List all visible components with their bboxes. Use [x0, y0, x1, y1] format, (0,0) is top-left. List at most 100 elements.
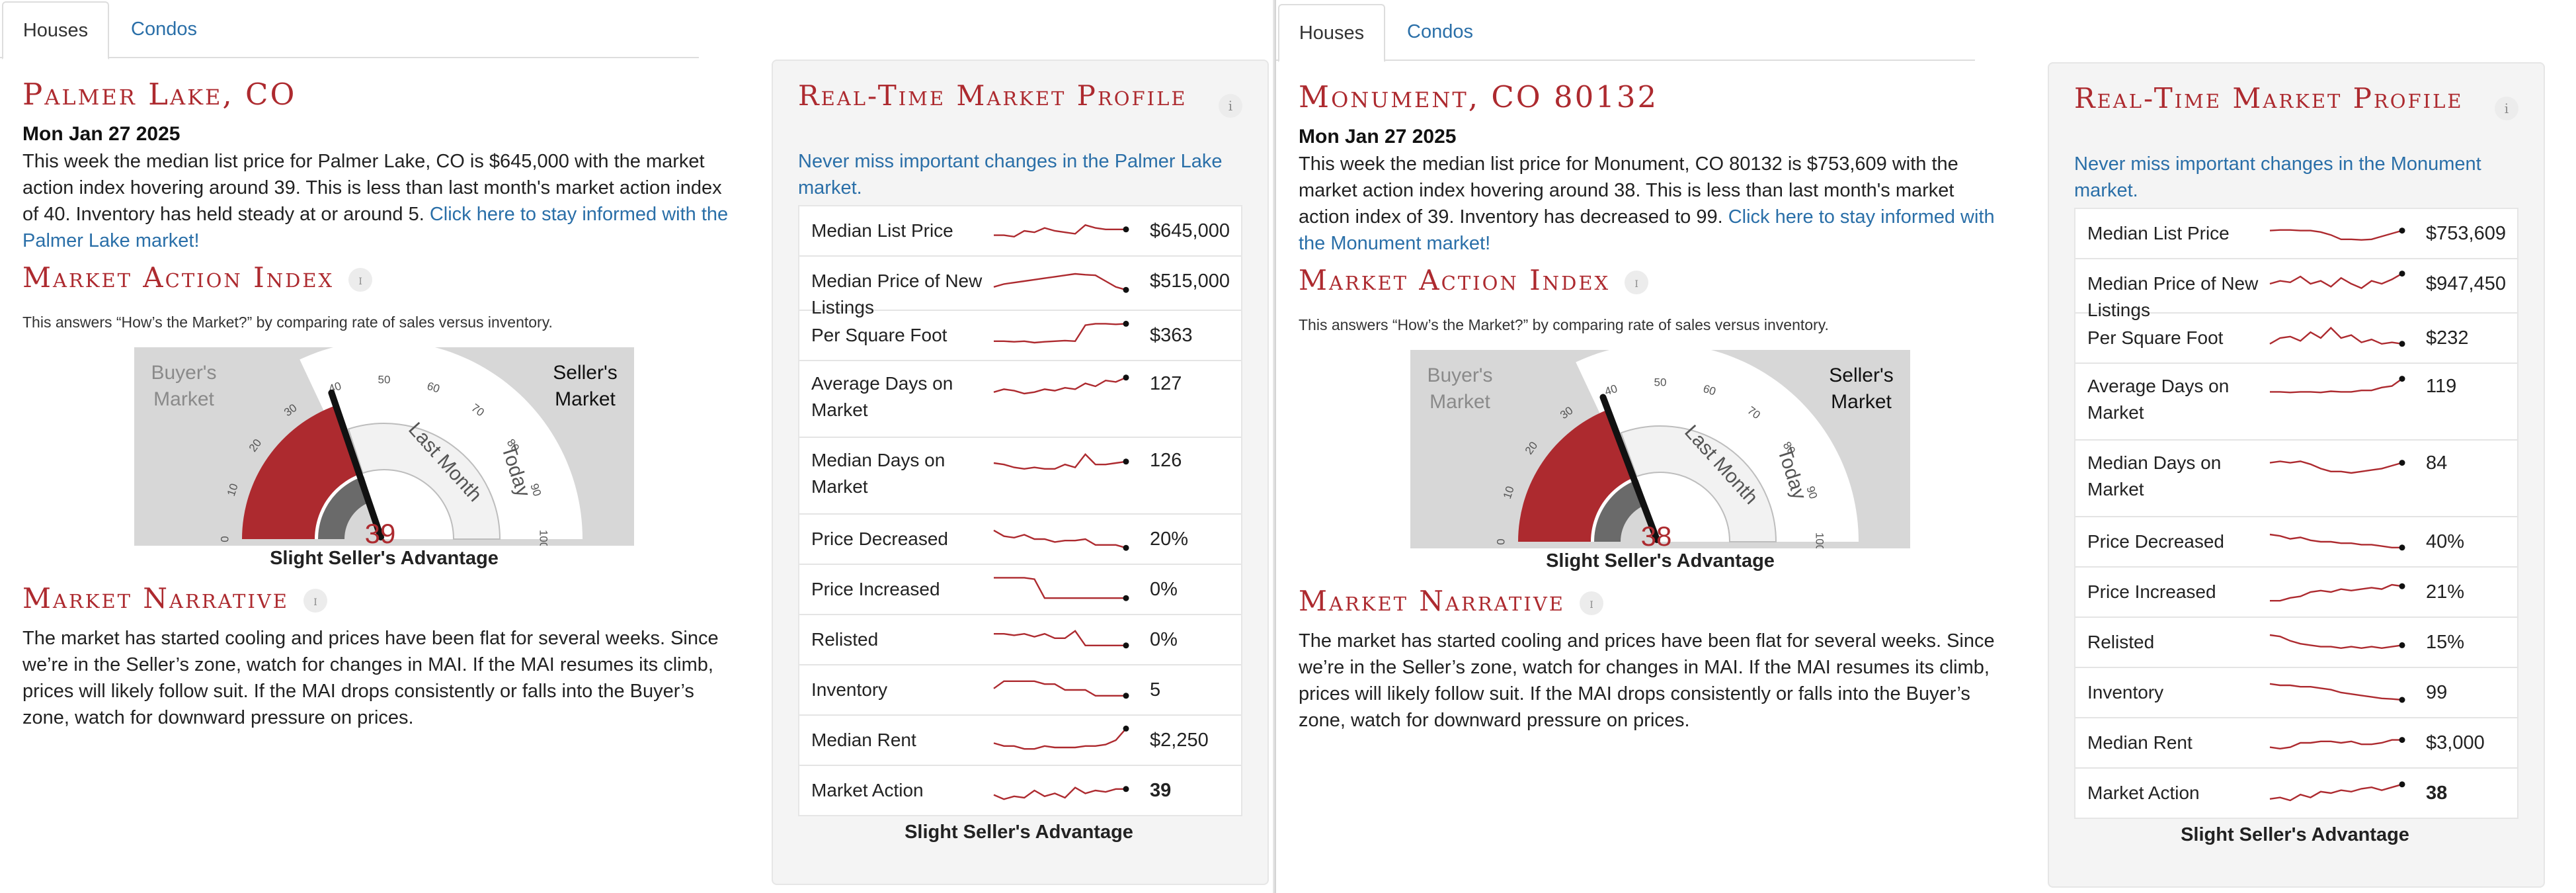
profile-row: Price Decreased 20%	[799, 515, 1241, 565]
metric-label: Median Days on Market	[2087, 452, 2222, 499]
metric-label: Average Days on Market	[811, 373, 953, 420]
market-summary: This week the median list price for Palm…	[22, 148, 730, 254]
info-icon[interactable]: i	[303, 589, 327, 613]
profile-row: Price Decreased 40%	[2075, 517, 2517, 568]
metric-label: Price Increased	[811, 579, 940, 599]
buyers-market-label: Buyer's	[1427, 364, 1492, 386]
profile-caption: Slight Seller's Advantage	[905, 822, 1133, 843]
metric-value: 0%	[1150, 629, 1178, 650]
sparkline-path	[2269, 273, 2403, 289]
trend-sparkline	[993, 273, 1129, 293]
sparkline-endpoint	[2399, 642, 2405, 648]
metric-value: 126	[1150, 450, 1182, 471]
sparkline-path	[993, 787, 1126, 800]
profile-row: Median Rent $3,000	[2075, 718, 2517, 769]
tab-houses[interactable]: Houses	[1278, 4, 1385, 62]
metric-label: Price Increased	[2087, 581, 2216, 602]
sparkline-path	[994, 224, 1126, 238]
metric-label: Per Square Foot	[2087, 327, 2224, 348]
sparkline-path	[993, 728, 1127, 750]
sparkline-path	[2269, 683, 2403, 701]
tab-condos[interactable]: Condos	[131, 1, 197, 57]
info-icon[interactable]: i	[1625, 271, 1649, 294]
gauge-tick-label: 100	[1814, 532, 1826, 548]
metric-value: 15%	[2426, 632, 2465, 653]
sparkline-endpoint	[1123, 374, 1129, 381]
sparkline-path	[2269, 326, 2403, 345]
profile-row: Median List Price $753,609	[2075, 209, 2517, 259]
gauge-tick-label: 50	[1654, 376, 1667, 388]
mai-note: This answers “How’s the Market?” by comp…	[1299, 316, 1829, 333]
gauge-value: 38	[1641, 521, 1672, 548]
trend-sparkline	[2269, 683, 2405, 703]
metric-value: 38	[2426, 783, 2448, 804]
info-icon[interactable]: i	[2495, 97, 2518, 120]
metric-value: 39	[1150, 780, 1172, 801]
sellers-market-label: Market	[555, 388, 616, 410]
trend-sparkline	[994, 577, 1129, 601]
profile-row: Median Days on Market 126	[799, 438, 1241, 515]
report-date: Mon Jan 27 2025	[1299, 126, 1457, 148]
metric-label: Median Rent	[811, 730, 916, 750]
tab-bar: Houses Condos	[0, 0, 699, 60]
tab-houses[interactable]: Houses	[2, 1, 109, 60]
sparkline-path	[2269, 783, 2403, 802]
sparkline-path	[2269, 634, 2403, 650]
trend-sparkline	[993, 374, 1129, 395]
sparkline-endpoint	[2399, 781, 2405, 788]
metric-label: Relisted	[2087, 632, 2155, 652]
gauge-tick-label: 50	[378, 373, 391, 386]
sparkline-endpoint	[2399, 697, 2405, 703]
sparkline-endpoint	[1123, 320, 1129, 327]
trend-sparkline	[2269, 228, 2405, 241]
gauge-tick-label: 0	[1494, 538, 1507, 544]
profile-title: Real-Time Market Profile	[2074, 82, 2464, 114]
profile-title: Real-Time Market Profile	[798, 79, 1187, 112]
metric-value: $645,000	[1150, 220, 1230, 241]
metric-value: $515,000	[1150, 271, 1230, 292]
metric-value: $363	[1150, 325, 1193, 346]
sparkline-path	[2269, 229, 2403, 241]
metric-label: Per Square Foot	[811, 325, 947, 345]
trend-sparkline	[2269, 460, 2405, 474]
trend-sparkline	[2269, 326, 2405, 347]
gauge-caption: Slight Seller's Advantage	[1546, 550, 1775, 572]
metric-label: Median List Price	[2087, 223, 2230, 243]
narrative-title: Market Narrative	[22, 582, 289, 615]
sparkline-endpoint	[1123, 458, 1129, 465]
trend-sparkline	[993, 529, 1129, 551]
info-icon[interactable]: i	[1219, 94, 1242, 118]
trend-sparkline	[2269, 634, 2405, 650]
metric-label: Market Action	[2087, 783, 2200, 803]
profile-row: Price Increased 0%	[799, 565, 1241, 615]
profile-link[interactable]: Never miss important changes in the Palm…	[798, 148, 1234, 201]
metric-label: Median Rent	[2087, 732, 2193, 753]
profile-row: Market Action 38	[2075, 769, 2517, 818]
profile-link[interactable]: Never miss important changes in the Monu…	[2074, 151, 2511, 204]
gauge-value: 39	[365, 518, 396, 546]
sparkline-endpoint	[2399, 341, 2405, 347]
info-icon[interactable]: i	[1579, 591, 1603, 615]
trend-sparkline	[2269, 781, 2405, 802]
metric-value: 21%	[2426, 581, 2465, 603]
sparkline-path	[2269, 460, 2403, 474]
trend-sparkline	[993, 786, 1129, 800]
mai-title: Market Action Index	[1299, 264, 1611, 296]
trend-sparkline	[994, 630, 1129, 649]
profile-row: Median Price of New Listings $515,000	[799, 257, 1241, 318]
tab-condos[interactable]: Condos	[1407, 4, 1473, 60]
metric-value: 84	[2426, 452, 2448, 474]
sparkline-endpoint	[2399, 544, 2405, 551]
profile-row: Relisted 15%	[2075, 618, 2517, 668]
mai-heading: Market Action Index i	[1299, 264, 1649, 296]
sparkline-path	[993, 452, 1127, 470]
monument-panel: Houses Condos Monument, CO 80132 Mon Jan…	[1276, 0, 2549, 893]
metric-value: 99	[2426, 682, 2448, 703]
metric-value: $753,609	[2426, 223, 2506, 244]
profile-row: Inventory 99	[2075, 668, 2517, 718]
metric-value: 0%	[1150, 579, 1178, 600]
sparkline-path	[2269, 739, 2402, 750]
sellers-market-label: Market	[1831, 391, 1892, 413]
narrative-heading: Market Narrative i	[22, 582, 327, 615]
info-icon[interactable]: i	[348, 268, 373, 292]
